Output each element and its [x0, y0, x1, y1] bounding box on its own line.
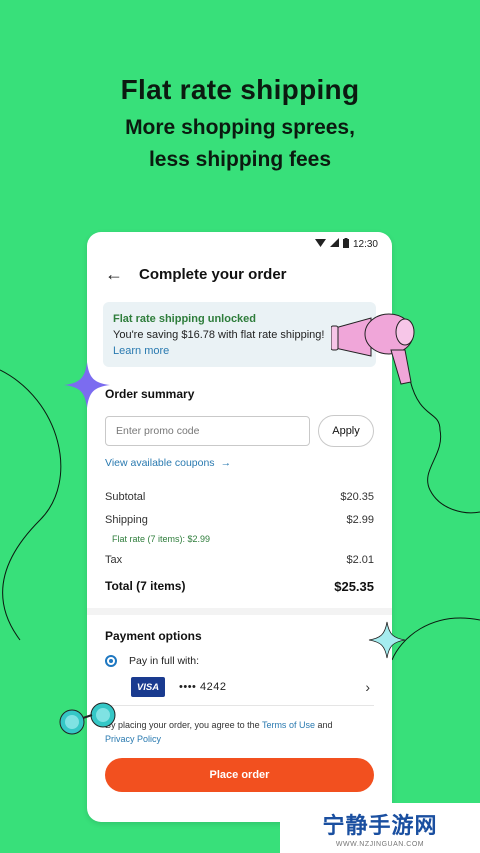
status-time: 12:30: [352, 238, 378, 250]
wifi-icon: [314, 238, 326, 250]
total-label: Total (7 items): [105, 579, 186, 593]
section-divider: [87, 608, 392, 615]
sparkle-icon: [64, 362, 110, 408]
battery-icon: [342, 237, 349, 251]
apply-button[interactable]: Apply: [318, 415, 374, 447]
shipping-value: $2.99: [346, 514, 374, 526]
headline-subtitle-1: More shopping sprees,: [125, 116, 355, 139]
payment-options-title: Payment options: [105, 629, 202, 643]
arrow-left-icon[interactable]: ←: [105, 264, 133, 285]
sunglasses-illustration: [59, 702, 116, 735]
subtotal-value: $20.35: [340, 491, 374, 503]
sparkle-icon: [368, 621, 406, 659]
pay-in-full-label: Pay in full with:: [129, 655, 200, 667]
headline-subtitle-2: less shipping fees: [148, 148, 332, 171]
page-title: Complete your order: [139, 265, 287, 283]
status-bar: 12:30: [87, 232, 392, 256]
promo-headline: Flat rate shipping More shopping sprees,…: [0, 74, 480, 176]
banner-message: You're saving $16.78 with flat rate ship…: [113, 329, 325, 341]
app-bar: ← Complete your order: [87, 256, 392, 292]
saved-card-row[interactable]: VISA •••• 4242 ›: [105, 677, 374, 706]
visa-logo: VISA: [131, 677, 165, 697]
view-coupons-link[interactable]: View available coupons →: [105, 457, 374, 469]
subtotal-label: Subtotal: [105, 491, 146, 503]
arrow-right-icon: →: [220, 457, 232, 469]
promo-code-input[interactable]: Enter promo code: [105, 416, 310, 446]
flat-rate-note: Flat rate (7 items): $2.99: [112, 534, 211, 544]
card-number: •••• 4242: [179, 681, 227, 693]
shipping-row: Shipping $2.99: [105, 514, 374, 526]
total-row: Total (7 items) $25.35: [105, 579, 374, 594]
learn-more-link[interactable]: Learn more: [113, 343, 366, 359]
shipping-label: Shipping: [105, 514, 148, 526]
tax-value: $2.01: [346, 554, 374, 566]
site-watermark: 宁静手游网 WWW.NZJINGUAN.COM: [280, 803, 480, 853]
radio-selected-icon[interactable]: [105, 655, 117, 667]
subtotal-row: Subtotal $20.35: [105, 491, 374, 503]
banner-title: Flat rate shipping unlocked: [113, 313, 257, 325]
watermark-title: 宁静手游网: [322, 813, 438, 838]
signal-icon: [329, 238, 339, 250]
order-summary-title: Order summary: [105, 387, 195, 401]
tax-label: Tax: [105, 554, 123, 566]
total-value: $25.35: [334, 579, 374, 594]
terms-text: By placing your order, you agree to the …: [105, 718, 374, 746]
view-coupons-label: View available coupons: [105, 457, 215, 469]
tax-row: Tax $2.01: [105, 554, 374, 566]
hair-dryer-illustration: [331, 313, 415, 385]
pay-in-full-option[interactable]: Pay in full with:: [105, 655, 374, 667]
headline-title: Flat rate shipping: [120, 74, 360, 105]
terms-mid: and: [314, 720, 333, 730]
terms-of-use-link[interactable]: Terms of Use: [262, 720, 315, 730]
place-order-button[interactable]: Place order: [105, 758, 374, 792]
chevron-right-icon[interactable]: ›: [365, 679, 374, 695]
terms-prefix: By placing your order, you agree to the: [105, 720, 262, 730]
watermark-url: WWW.NZJINGUAN.COM: [335, 841, 425, 848]
